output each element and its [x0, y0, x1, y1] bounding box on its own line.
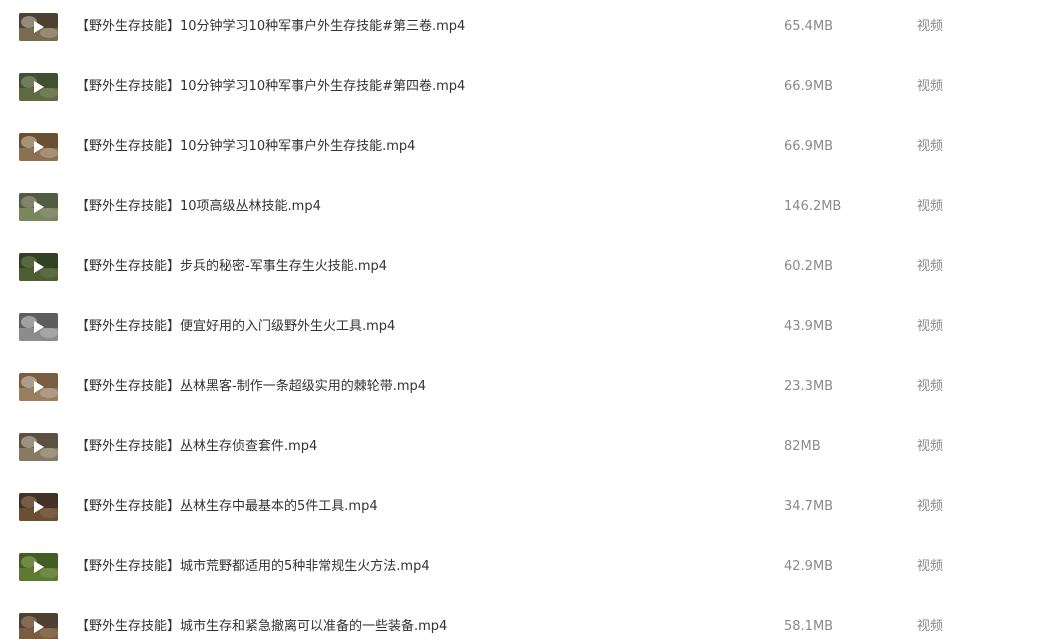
play-icon — [34, 561, 44, 573]
file-name[interactable]: 【野外生存技能】丛林生存侦查套件.mp4 — [76, 438, 317, 456]
file-name[interactable]: 【野外生存技能】城市生存和紧急撤离可以准备的一些装备.mp4 — [76, 618, 447, 636]
file-size: 82MB — [784, 439, 821, 454]
play-icon — [34, 381, 44, 393]
file-size: 146.2MB — [784, 199, 842, 214]
play-icon — [34, 141, 44, 153]
file-size: 42.9MB — [784, 559, 834, 574]
list-item[interactable]: 【野外生存技能】城市荒野都适用的5种非常规生火方法.mp4 42.9MB 视频 — [0, 540, 1042, 600]
list-item[interactable]: 【野外生存技能】丛林生存中最基本的5件工具.mp4 34.7MB 视频 — [0, 480, 1042, 540]
file-size: 23.3MB — [784, 379, 834, 394]
file-type: 视频 — [917, 559, 944, 574]
list-item[interactable]: 【野外生存技能】10分钟学习10种军事户外生存技能.mp4 66.9MB 视频 — [0, 120, 1042, 180]
file-name[interactable]: 【野外生存技能】10分钟学习10种军事户外生存技能#第三卷.mp4 — [76, 18, 465, 36]
file-list: 【野外生存技能】10分钟学习10种军事户外生存技能#第三卷.mp4 65.4MB… — [0, 0, 1042, 639]
video-thumbnail[interactable] — [19, 13, 58, 41]
video-thumbnail[interactable] — [19, 253, 58, 281]
play-icon — [34, 501, 44, 513]
list-item[interactable]: 【野外生存技能】丛林黑客-制作一条超级实用的棘轮带.mp4 23.3MB 视频 — [0, 360, 1042, 420]
file-size: 43.9MB — [784, 319, 834, 334]
video-thumbnail[interactable] — [19, 493, 58, 521]
file-type: 视频 — [917, 199, 944, 214]
file-size: 60.2MB — [784, 259, 834, 274]
file-name[interactable]: 【野外生存技能】步兵的秘密-军事生存生火技能.mp4 — [76, 258, 387, 276]
play-icon — [34, 321, 44, 333]
file-type: 视频 — [917, 619, 944, 634]
list-item[interactable]: 【野外生存技能】步兵的秘密-军事生存生火技能.mp4 60.2MB 视频 — [0, 240, 1042, 300]
file-size: 66.9MB — [784, 79, 834, 94]
file-size: 58.1MB — [784, 619, 834, 634]
list-item[interactable]: 【野外生存技能】便宜好用的入门级野外生火工具.mp4 43.9MB 视频 — [0, 300, 1042, 360]
file-name[interactable]: 【野外生存技能】丛林黑客-制作一条超级实用的棘轮带.mp4 — [76, 378, 426, 396]
file-name[interactable]: 【野外生存技能】10分钟学习10种军事户外生存技能#第四卷.mp4 — [76, 78, 465, 96]
video-thumbnail[interactable] — [19, 433, 58, 461]
file-size: 34.7MB — [784, 499, 834, 514]
video-thumbnail[interactable] — [19, 373, 58, 401]
play-icon — [34, 21, 44, 33]
file-type: 视频 — [917, 499, 944, 514]
video-thumbnail[interactable] — [19, 613, 58, 639]
list-item[interactable]: 【野外生存技能】10项高级丛林技能.mp4 146.2MB 视频 — [0, 180, 1042, 240]
play-icon — [34, 201, 44, 213]
video-thumbnail[interactable] — [19, 313, 58, 341]
file-size: 66.9MB — [784, 139, 834, 154]
list-item[interactable]: 【野外生存技能】丛林生存侦查套件.mp4 82MB 视频 — [0, 420, 1042, 480]
file-type: 视频 — [917, 79, 944, 94]
file-type: 视频 — [917, 319, 944, 334]
file-name[interactable]: 【野外生存技能】10分钟学习10种军事户外生存技能.mp4 — [76, 138, 415, 156]
list-item[interactable]: 【野外生存技能】10分钟学习10种军事户外生存技能#第三卷.mp4 65.4MB… — [0, 0, 1042, 60]
file-type: 视频 — [917, 379, 944, 394]
file-type: 视频 — [917, 439, 944, 454]
file-name[interactable]: 【野外生存技能】便宜好用的入门级野外生火工具.mp4 — [76, 318, 395, 336]
file-size: 65.4MB — [784, 19, 834, 34]
video-thumbnail[interactable] — [19, 193, 58, 221]
play-icon — [34, 441, 44, 453]
play-icon — [34, 621, 44, 633]
play-icon — [34, 261, 44, 273]
file-name[interactable]: 【野外生存技能】城市荒野都适用的5种非常规生火方法.mp4 — [76, 558, 430, 576]
video-thumbnail[interactable] — [19, 133, 58, 161]
video-thumbnail[interactable] — [19, 73, 58, 101]
file-type: 视频 — [917, 259, 944, 274]
video-thumbnail[interactable] — [19, 553, 58, 581]
file-type: 视频 — [917, 19, 944, 34]
list-item[interactable]: 【野外生存技能】城市生存和紧急撤离可以准备的一些装备.mp4 58.1MB 视频 — [0, 600, 1042, 639]
list-item[interactable]: 【野外生存技能】10分钟学习10种军事户外生存技能#第四卷.mp4 66.9MB… — [0, 60, 1042, 120]
file-type: 视频 — [917, 139, 944, 154]
play-icon — [34, 81, 44, 93]
file-name[interactable]: 【野外生存技能】10项高级丛林技能.mp4 — [76, 198, 321, 216]
file-name[interactable]: 【野外生存技能】丛林生存中最基本的5件工具.mp4 — [76, 498, 378, 516]
